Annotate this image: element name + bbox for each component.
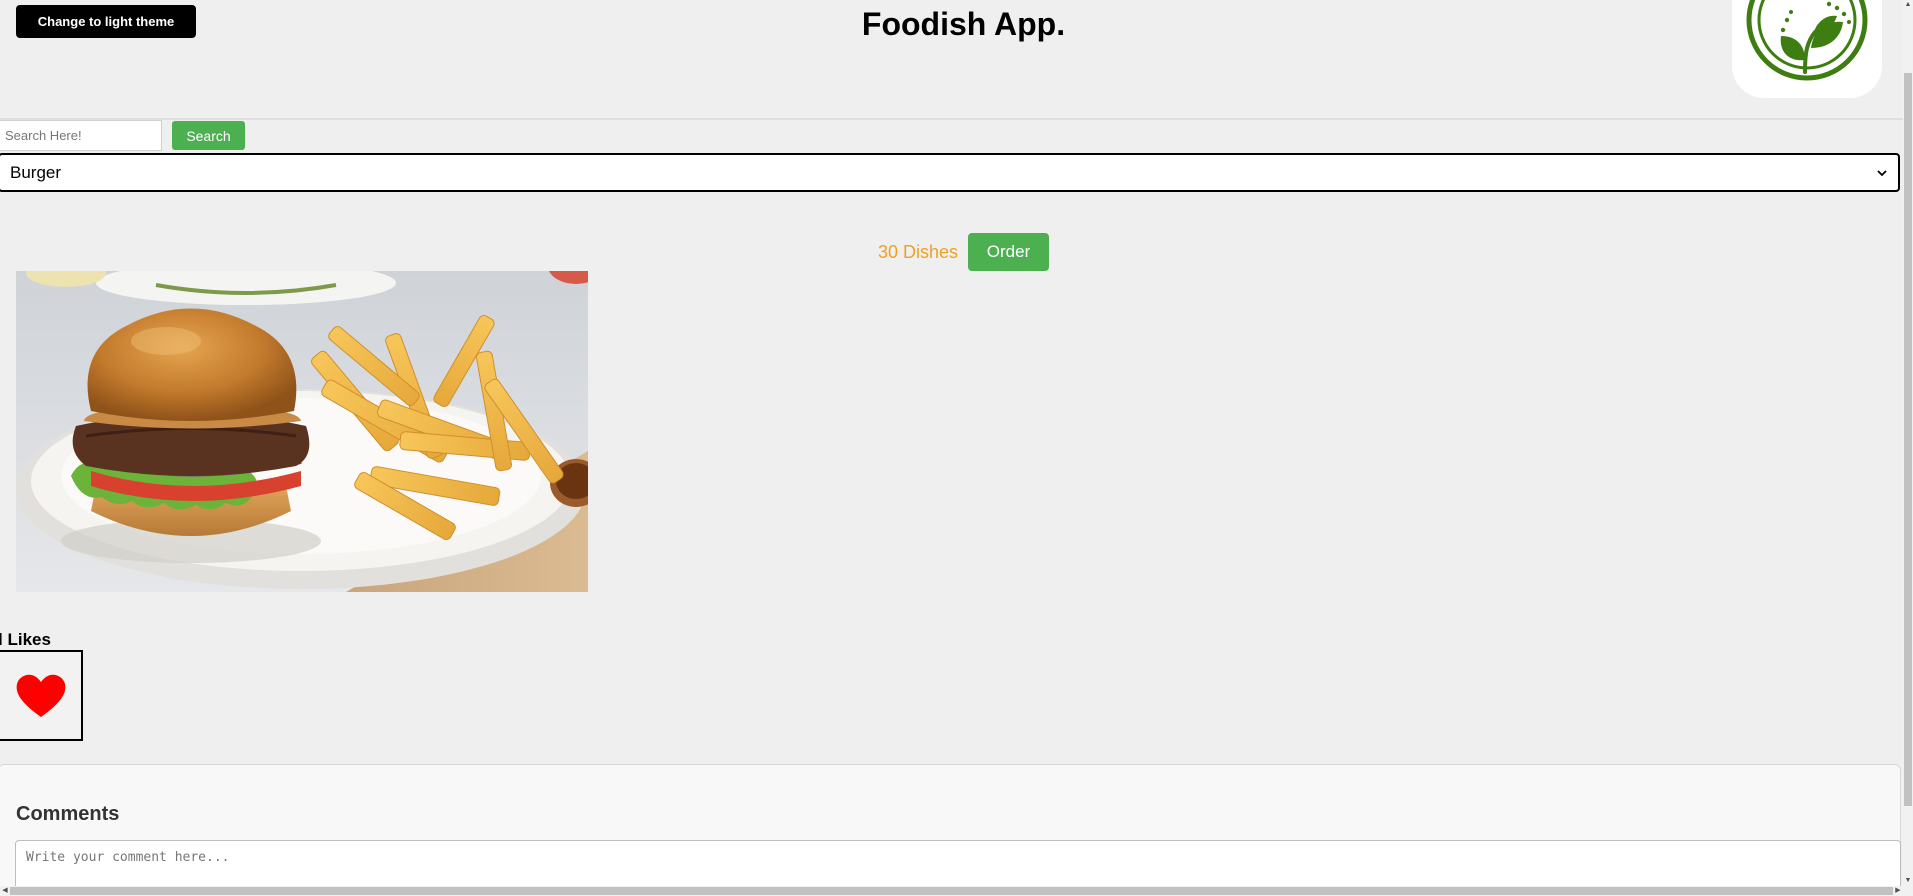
scroll-right-icon[interactable]: ▶	[1893, 886, 1903, 896]
app-logo	[1732, 0, 1882, 98]
app-title: Foodish App.	[861, 6, 1066, 42]
scroll-up-icon[interactable]: ▲	[1903, 0, 1913, 10]
vertical-scrollbar-thumb[interactable]	[1904, 73, 1912, 806]
comments-title: Comments	[16, 803, 120, 825]
horizontal-scrollbar[interactable]: ◀ ▶	[0, 886, 1913, 896]
burger-and-fries-photo	[16, 271, 588, 592]
dishes-row: 30 Dishes Order	[0, 232, 1903, 272]
scroll-down-icon[interactable]: ▼	[1903, 876, 1913, 886]
scroll-left-icon[interactable]: ◀	[0, 886, 10, 896]
page: Change to light theme Foodish App. Searc…	[0, 0, 1903, 886]
search-input[interactable]	[0, 120, 162, 151]
header-divider	[0, 118, 1903, 120]
leaf-logo-icon	[1746, 0, 1868, 81]
food-image	[16, 271, 588, 592]
likes-count: l	[0, 630, 3, 649]
likes-label: l Likes	[0, 630, 51, 650]
category-select[interactable]: Burger	[0, 153, 1900, 192]
viewport: Change to light theme Foodish App. Searc…	[0, 0, 1913, 896]
comment-input[interactable]	[15, 840, 1901, 886]
likes-text: Likes	[7, 630, 51, 649]
horizontal-scrollbar-thumb[interactable]	[10, 887, 1893, 895]
like-button[interactable]	[0, 650, 83, 741]
vertical-scrollbar[interactable]: ▲ ▼	[1903, 0, 1913, 886]
dish-count: 30 Dishes	[877, 241, 959, 262]
order-button[interactable]: Order	[968, 233, 1050, 271]
category-selected-value: Burger	[10, 162, 62, 182]
comments-section: Comments	[0, 764, 1901, 886]
heart-icon	[16, 674, 65, 717]
search-button[interactable]: Search	[172, 121, 245, 150]
chevron-down-icon	[1877, 169, 1887, 176]
